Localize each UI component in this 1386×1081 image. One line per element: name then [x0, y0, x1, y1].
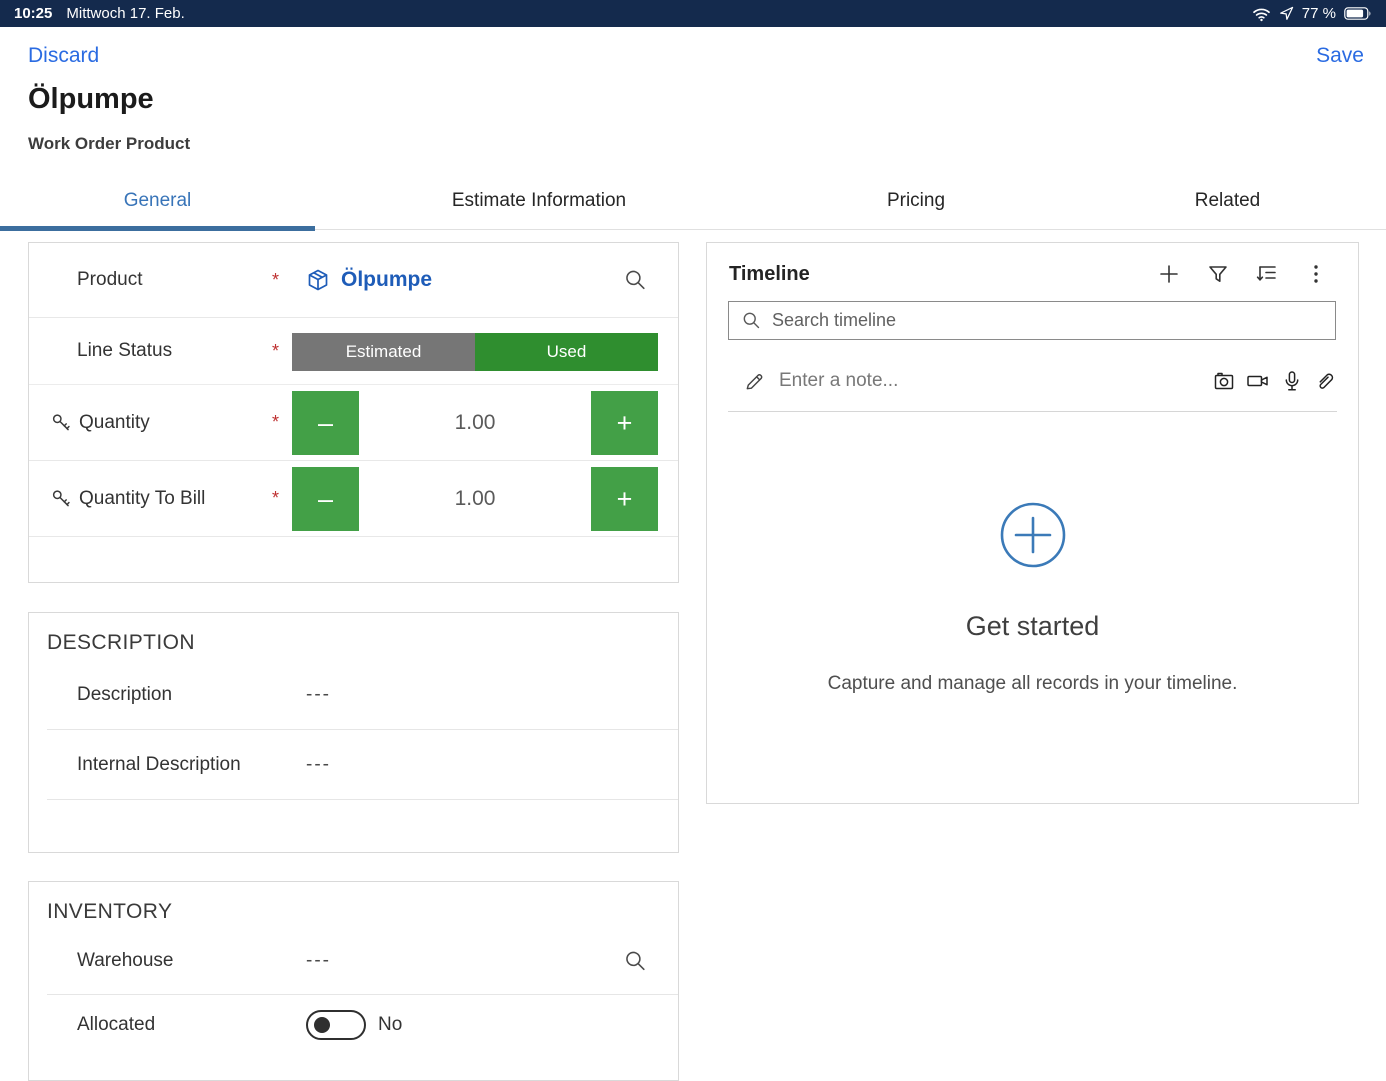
key-icon [51, 488, 72, 509]
quantity-to-bill-increment-button[interactable]: + [591, 467, 658, 531]
search-icon [741, 310, 762, 331]
quantity-increment-button[interactable]: + [591, 391, 658, 455]
allocated-label: Allocated [77, 1014, 291, 1036]
toggle-knob [314, 1017, 330, 1033]
timeline-add-icon[interactable] [1157, 262, 1181, 286]
allocated-value: No [378, 1014, 402, 1036]
description-label: Description [77, 684, 306, 706]
line-status-field-row: Line Status * Estimated Used [29, 318, 678, 385]
page-subtitle: Work Order Product [28, 134, 190, 154]
quantity-to-bill-field-row: Quantity To Bill * – 1.00 + [29, 461, 678, 537]
quantity-to-bill-decrement-button[interactable]: – [292, 467, 359, 531]
timeline-empty-state: Get started Capture and manage all recor… [707, 501, 1358, 695]
timeline-more-icon[interactable] [1304, 262, 1328, 286]
line-status-required-mark: * [272, 341, 292, 362]
product-search-icon[interactable] [623, 268, 648, 293]
product-required-mark: * [272, 270, 292, 291]
timeline-filter-icon[interactable] [1206, 262, 1230, 286]
timeline-sort-icon[interactable] [1255, 262, 1279, 286]
line-status-label: Line Status [77, 340, 272, 362]
warehouse-field-row: Warehouse --- [29, 928, 678, 994]
quantity-decrement-button[interactable]: – [292, 391, 359, 455]
microphone-icon[interactable] [1280, 369, 1304, 393]
quantity-to-bill-label: Quantity To Bill [77, 488, 272, 510]
app-header: Discard Save Ölpumpe Work Order Product [0, 27, 1386, 172]
quantity-to-bill-value[interactable]: 1.00 [359, 467, 591, 531]
status-time: 10:25 [14, 5, 52, 22]
description-section-title: DESCRIPTION [29, 613, 678, 655]
save-button[interactable]: Save [1316, 44, 1364, 68]
allocated-toggle[interactable] [306, 1010, 366, 1040]
timeline-search-box [728, 301, 1336, 340]
get-started-add-icon[interactable] [999, 501, 1067, 569]
tab-bar: General Estimate Information Pricing Rel… [0, 172, 1386, 230]
warehouse-search-icon[interactable] [623, 949, 648, 974]
product-label: Product [77, 269, 272, 291]
get-started-title: Get started [966, 611, 1100, 642]
description-section-panel: DESCRIPTION Description --- Internal Des… [28, 612, 679, 853]
paperclip-icon[interactable] [1313, 369, 1337, 393]
wifi-icon [1252, 6, 1271, 22]
internal-description-label: Internal Description [77, 754, 306, 776]
tab-general[interactable]: General [0, 172, 315, 229]
location-arrow-icon [1279, 6, 1294, 21]
key-icon [51, 412, 72, 433]
divider [728, 411, 1337, 412]
video-camera-icon[interactable] [1245, 369, 1271, 393]
product-value-text: Ölpumpe [341, 268, 432, 292]
timeline-panel: Timeline [706, 242, 1359, 804]
tab-pricing[interactable]: Pricing [763, 172, 1069, 229]
line-status-option-used[interactable]: Used [475, 333, 658, 371]
timeline-note-input[interactable] [779, 370, 1212, 392]
internal-description-value[interactable]: --- [306, 754, 331, 776]
get-started-caption: Capture and manage all records in your t… [828, 673, 1238, 695]
warehouse-value[interactable]: --- [306, 950, 331, 972]
tab-estimate-information[interactable]: Estimate Information [315, 172, 763, 229]
line-status-option-estimated[interactable]: Estimated [292, 333, 475, 371]
active-tab-underline [0, 226, 315, 231]
timeline-note-row [728, 356, 1337, 406]
inventory-section-panel: INVENTORY Warehouse --- Allocated No [28, 881, 679, 1081]
page-title: Ölpumpe [28, 83, 154, 116]
status-date: Mittwoch 17. Feb. [66, 5, 184, 22]
pencil-icon [743, 370, 766, 393]
timeline-search-input[interactable] [772, 310, 1323, 331]
battery-percent: 77 % [1302, 5, 1336, 22]
note-media-buttons [1212, 369, 1337, 393]
battery-icon [1344, 7, 1372, 20]
general-form-panel: Product * Ölpumpe Line Status * Estimate… [28, 242, 679, 583]
warehouse-label: Warehouse [77, 950, 306, 972]
timeline-actions [1157, 262, 1328, 286]
timeline-title: Timeline [729, 263, 810, 286]
quantity-to-bill-required-mark: * [272, 488, 292, 509]
product-value-link[interactable]: Ölpumpe [292, 268, 432, 292]
product-cube-icon [306, 268, 330, 292]
description-value[interactable]: --- [306, 684, 331, 706]
quantity-stepper: – 1.00 + [292, 391, 658, 455]
tab-related[interactable]: Related [1069, 172, 1386, 229]
quantity-to-bill-stepper: – 1.00 + [292, 467, 658, 531]
status-bar: 10:25 Mittwoch 17. Feb. 77 % [0, 0, 1386, 27]
quantity-required-mark: * [272, 412, 292, 433]
line-status-segmented-control: Estimated Used [292, 333, 658, 371]
divider [47, 799, 678, 800]
quantity-value[interactable]: 1.00 [359, 391, 591, 455]
quantity-label: Quantity [77, 412, 272, 434]
quantity-field-row: Quantity * – 1.00 + [29, 385, 678, 461]
product-field-row: Product * Ölpumpe [29, 243, 678, 318]
discard-button[interactable]: Discard [28, 44, 99, 68]
internal-description-field-row: Internal Description --- [29, 730, 678, 799]
camera-icon[interactable] [1212, 369, 1236, 393]
inventory-section-title: INVENTORY [29, 882, 678, 924]
description-field-row: Description --- [29, 660, 678, 729]
allocated-field-row: Allocated No [29, 995, 678, 1055]
